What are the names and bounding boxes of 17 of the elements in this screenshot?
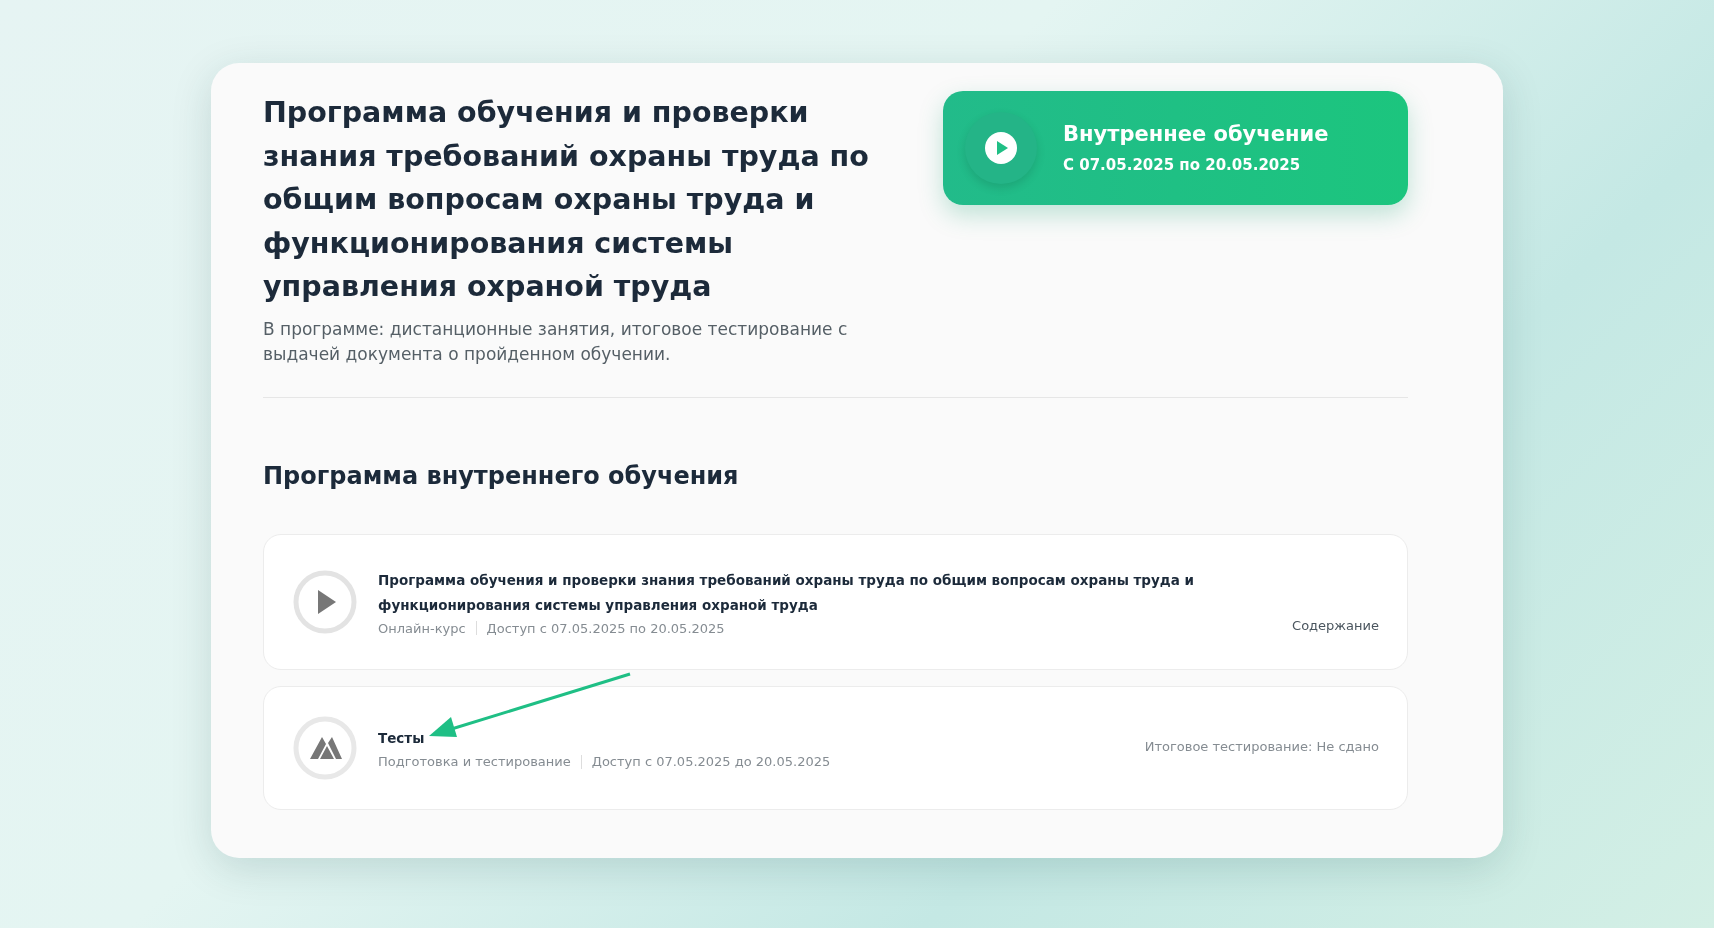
banner-title: Внутреннее обучение [1063,122,1329,146]
item-access: Доступ с 07.05.2025 по 20.05.2025 [486,620,725,636]
item-type: Онлайн-курс [378,620,466,636]
play-icon [292,568,358,635]
test-status: Итоговое тестирование: Не сдано [1144,738,1379,754]
program-description: В программе: дистанционные занятия, итоговое тестирование с выдачей документа о пройденном обучении. [263,317,849,366]
item-type: Подготовка и тестирование [378,754,571,769]
mountain-logo-icon [292,714,358,781]
program-item[interactable]: Тесты Подготовка и тестирование Доступ с 07.05.2025 до 20.05.2025 Итоговое тестирование: Не сдано [263,685,1408,810]
section-title: Программа внутреннего обучения [263,461,740,490]
contents-link[interactable]: Содержание [1292,617,1379,633]
item-title: Тесты [378,729,426,748]
item-access: Доступ с 07.05.2025 до 20.05.2025 [591,754,831,769]
program-title: Программа обучения и проверки знания требований охраны труда по общим вопросам охраны труда и функционирования системы управления охраной труда [263,95,870,305]
item-title: Программа обучения и проверки знания требований охраны труда по общим вопросам охраны труда и функционирования системы управления охраной труда [378,570,1195,615]
program-item[interactable]: Программа обучения и проверки знания требований охраны труда по общим вопросам охраны труда и функционирования системы управления охраной труда Онлайн-курс Доступ с 07.05.2025 по 20.05.2025 Содержание [263,533,1408,670]
banner-dates: С 07.05.2025 по 20.05.2025 [1063,156,1302,174]
